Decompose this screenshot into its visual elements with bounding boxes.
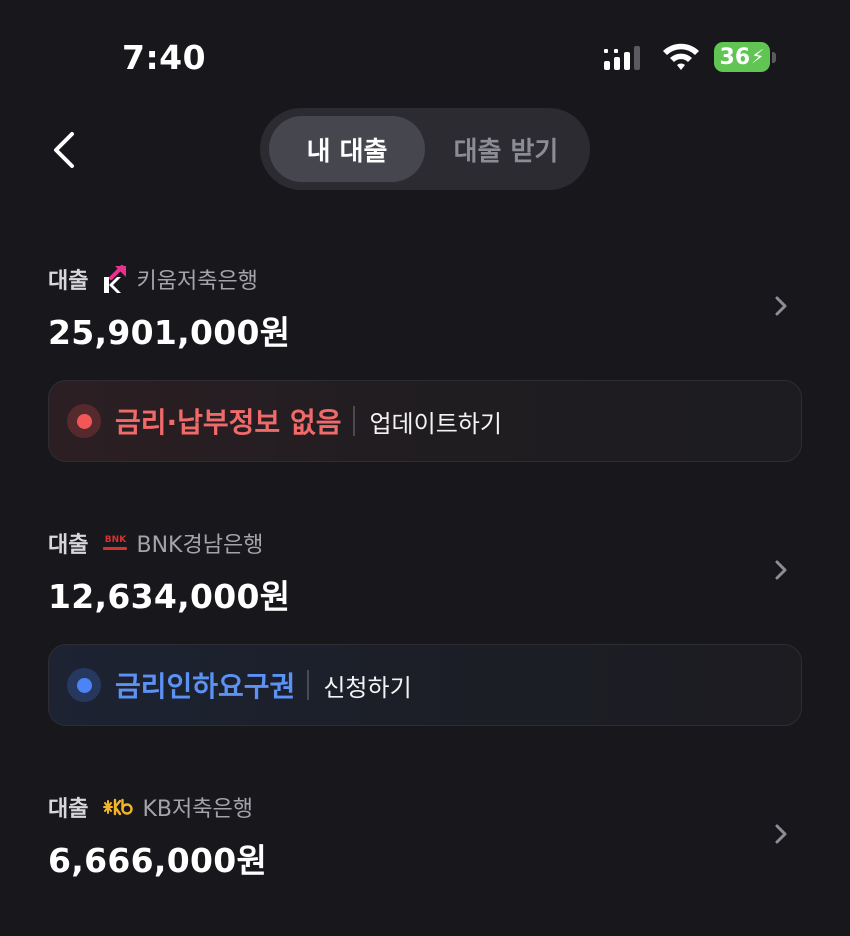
kiwoom-logo-icon — [104, 265, 127, 293]
loan-meta: 대출 키움저축은행 — [48, 262, 258, 296]
bank-name: KB저축은행 — [142, 797, 253, 822]
wifi-icon — [663, 43, 699, 70]
loan-meta: 대출 BNK BNK경남은행 — [48, 526, 263, 560]
battery-icon: 36 ⚡ — [714, 42, 770, 72]
cellular-signal-icon — [604, 46, 640, 70]
loan-meta: 대출 KB저축은행 — [48, 790, 253, 824]
bank-name: 키움저축은행 — [136, 269, 258, 294]
back-chevron-icon[interactable] — [44, 128, 88, 172]
notice-title: 금리·납부정보 없음 — [115, 406, 342, 439]
chevron-right-icon[interactable] — [770, 820, 792, 848]
loan-amount: 6,666,000원 — [48, 841, 268, 880]
tab-my-loans[interactable]: 내 대출 — [269, 116, 425, 182]
status-dot-icon — [67, 404, 101, 438]
loan-type-label: 대출 — [48, 269, 89, 294]
divider — [307, 670, 310, 700]
update-action-link[interactable]: 업데이트하기 — [369, 404, 501, 439]
bnk-logo-icon: BNK — [102, 532, 128, 554]
notice-update-rate-info[interactable]: 금리·납부정보 없음 업데이트하기 — [48, 380, 802, 462]
charging-bolt-icon: ⚡ — [751, 46, 765, 68]
battery-level: 36 — [719, 44, 751, 70]
apply-action-link[interactable]: 신청하기 — [323, 668, 411, 703]
notice-rate-cut-request[interactable]: 금리인하요구권 신청하기 — [48, 644, 802, 726]
divider — [353, 406, 356, 436]
kb-star-logo-icon — [103, 798, 134, 816]
loan-type-label: 대출 — [48, 797, 89, 822]
loan-amount: 12,634,000원 — [48, 577, 291, 616]
loan-tab-switcher: 내 대출 대출 받기 — [260, 108, 590, 190]
loan-amount: 25,901,000원 — [48, 313, 291, 352]
status-dot-icon — [67, 668, 101, 702]
bnk-logo-text: BNK — [104, 535, 127, 545]
chevron-right-icon[interactable] — [770, 292, 792, 320]
status-time: 7:40 — [122, 38, 207, 77]
bank-name: BNK경남은행 — [136, 533, 264, 558]
loan-type-label: 대출 — [48, 533, 89, 558]
notice-title: 금리인하요구권 — [115, 670, 296, 703]
chevron-right-icon[interactable] — [770, 556, 792, 584]
tab-get-loan[interactable]: 대출 받기 — [428, 116, 584, 182]
battery-cap — [772, 52, 776, 63]
status-bar: 7:40 36 ⚡ — [0, 0, 850, 110]
